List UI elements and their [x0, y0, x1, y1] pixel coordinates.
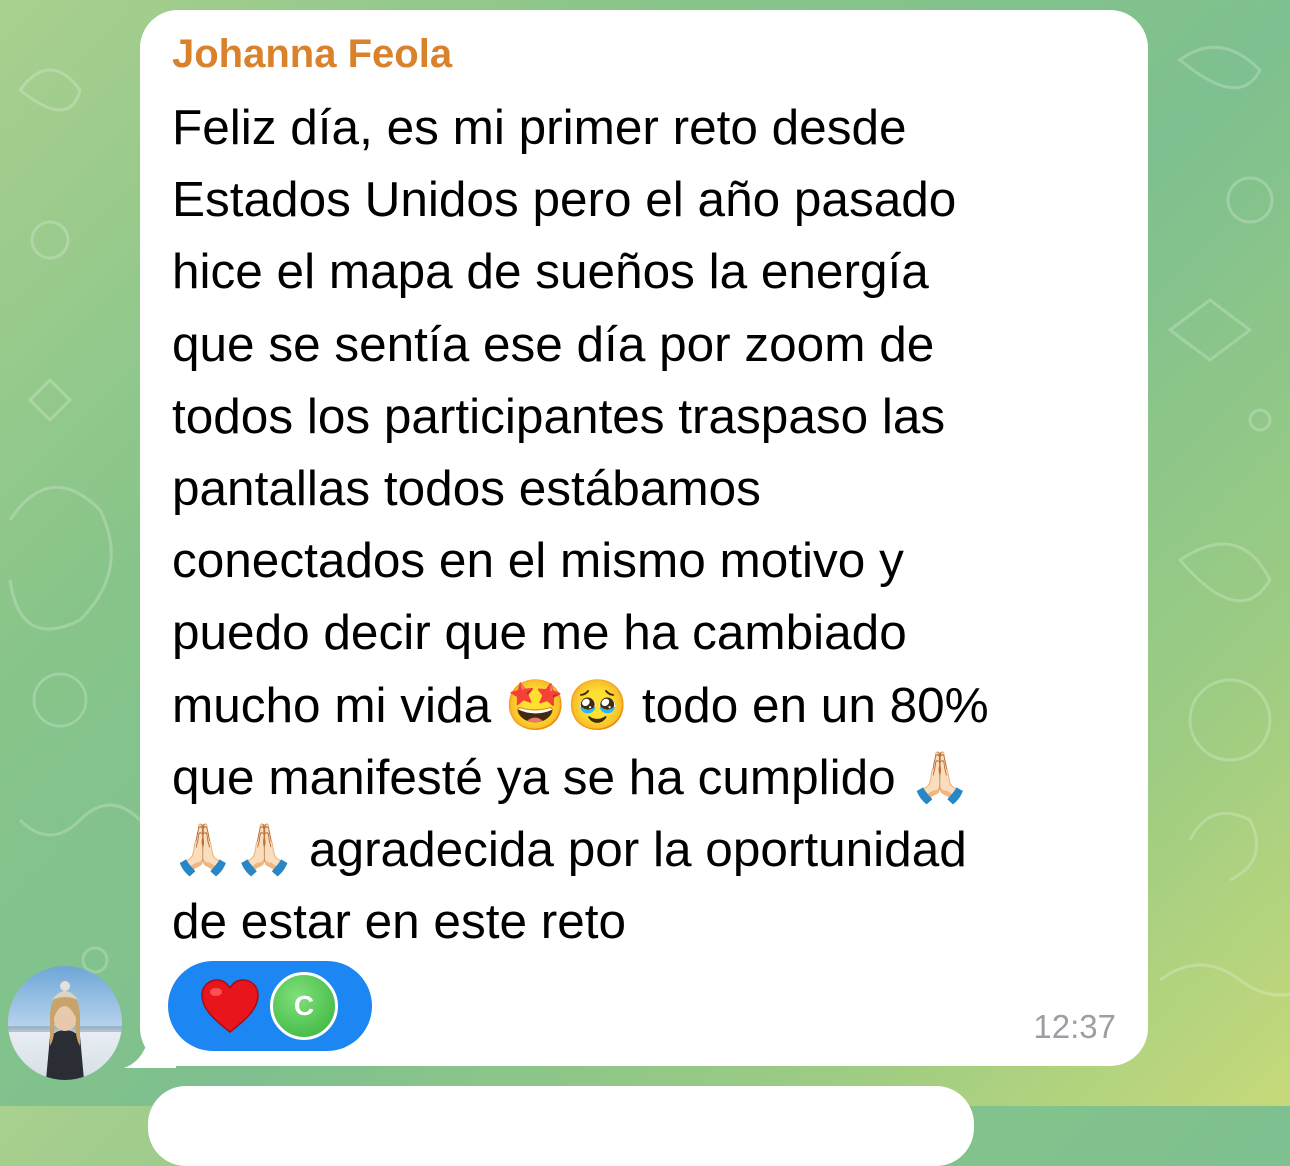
next-message-bubble[interactable] — [148, 1086, 974, 1166]
message-bubble[interactable]: Johanna Feola Feliz día, es mi primer re… — [140, 10, 1148, 1066]
sender-name[interactable]: Johanna Feola — [172, 32, 452, 77]
message-timestamp: 12:37 — [1033, 1008, 1116, 1045]
message-text: Feliz día, es mi primer reto desde Estad… — [172, 100, 989, 950]
heart-icon — [200, 978, 260, 1034]
sender-avatar[interactable] — [8, 966, 122, 1080]
reaction-pill[interactable]: C — [168, 961, 372, 1051]
reactor-avatar: C — [270, 972, 338, 1040]
